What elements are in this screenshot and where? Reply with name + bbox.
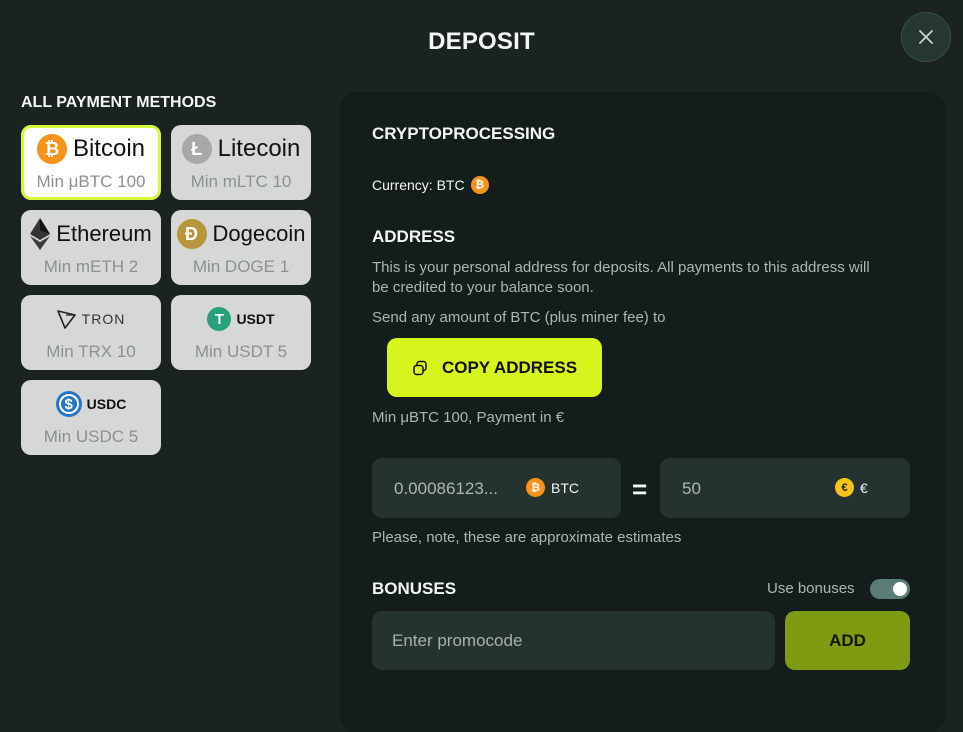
add-label: ADD [829,630,866,650]
method-usdt[interactable]: T USDT Min USDT 5 [171,295,311,370]
use-bonuses-label: Use bonuses [767,580,855,597]
method-min: Min μBTC 100 [36,172,146,191]
payment-methods-heading: ALL PAYMENT METHODS [21,94,217,111]
add-promocode-button[interactable]: ADD [785,611,910,670]
send-instruction: Send any amount of BTC (plus miner fee) … [372,309,666,326]
method-min: Min USDC 5 [43,427,139,446]
min-payment-text: Min μBTC 100, Payment in € [372,409,565,426]
estimate-note: Please, note, these are approximate esti… [372,529,682,546]
provider-heading: CRYPTOPROCESSING [372,124,556,143]
address-heading: ADDRESS [372,227,456,246]
method-name: Litecoin [217,135,301,162]
litecoin-icon: Ł [181,134,212,164]
close-button[interactable] [901,12,951,62]
bonuses-heading: BONUSES [372,579,457,598]
method-dogecoin[interactable]: Ð Dogecoin Min DOGE 1 [171,210,311,285]
equals-sign: = [632,474,648,504]
bitcoin-icon: ₿ [470,176,489,194]
crypto-currency-tag: ₿ BTC [526,478,579,497]
method-name: TRON [81,311,126,327]
use-bonuses-toggle[interactable] [870,579,910,599]
tron-icon [56,310,76,329]
copy-icon [413,360,427,375]
crypto-code: BTC [551,479,579,496]
method-min: Min mETH 2 [43,257,139,276]
fiat-amount-input[interactable] [680,458,814,520]
bitcoin-icon: ₿ [36,134,67,164]
method-bitcoin[interactable]: ₿ Bitcoin Min μBTC 100 [21,125,161,200]
address-description-line1: This is your personal address for deposi… [372,259,870,276]
method-name: Ethereum [56,221,152,246]
address-description-line2: be credited to your balance soon. [372,279,594,296]
method-ethereum[interactable]: Ethereum Min mETH 2 [21,210,161,285]
fiat-currency-tag: € € [835,478,868,497]
method-min: Min mLTC 10 [190,172,292,191]
promocode-input[interactable] [372,611,775,670]
bitcoin-icon: ₿ [526,478,545,497]
method-min: Min USDT 5 [194,342,288,361]
modal-title: DEPOSIT [428,28,535,55]
method-litecoin[interactable]: Ł Litecoin Min mLTC 10 [171,125,311,200]
usdc-icon: $ [55,391,82,417]
fiat-amount-box[interactable]: € € [660,458,910,520]
copy-address-label: COPY ADDRESS [441,357,578,377]
crypto-amount-box[interactable]: ₿ BTC [372,458,621,520]
currency-label: Currency: BTC [372,177,465,193]
close-icon [919,30,933,44]
method-name: USDT [236,311,275,327]
euro-icon: € [835,478,854,497]
method-name: USDC [86,396,127,412]
method-name: Bitcoin [72,135,146,162]
ethereum-icon [30,218,51,250]
fiat-code: € [860,479,868,496]
crypto-amount-input[interactable] [392,458,526,520]
method-tron[interactable]: TRON Min TRX 10 [21,295,161,370]
currency-row: Currency: BTC ₿ [372,176,489,194]
method-min: Min DOGE 1 [192,257,290,276]
toggle-knob [893,582,907,596]
method-min: Min TRX 10 [46,342,136,361]
method-name: Dogecoin [212,221,306,246]
method-usdc[interactable]: $ USDC Min USDC 5 [21,380,161,455]
copy-address-button[interactable]: COPY ADDRESS [387,338,602,397]
tether-icon: T [207,307,232,331]
dogecoin-icon: Ð [176,219,207,249]
